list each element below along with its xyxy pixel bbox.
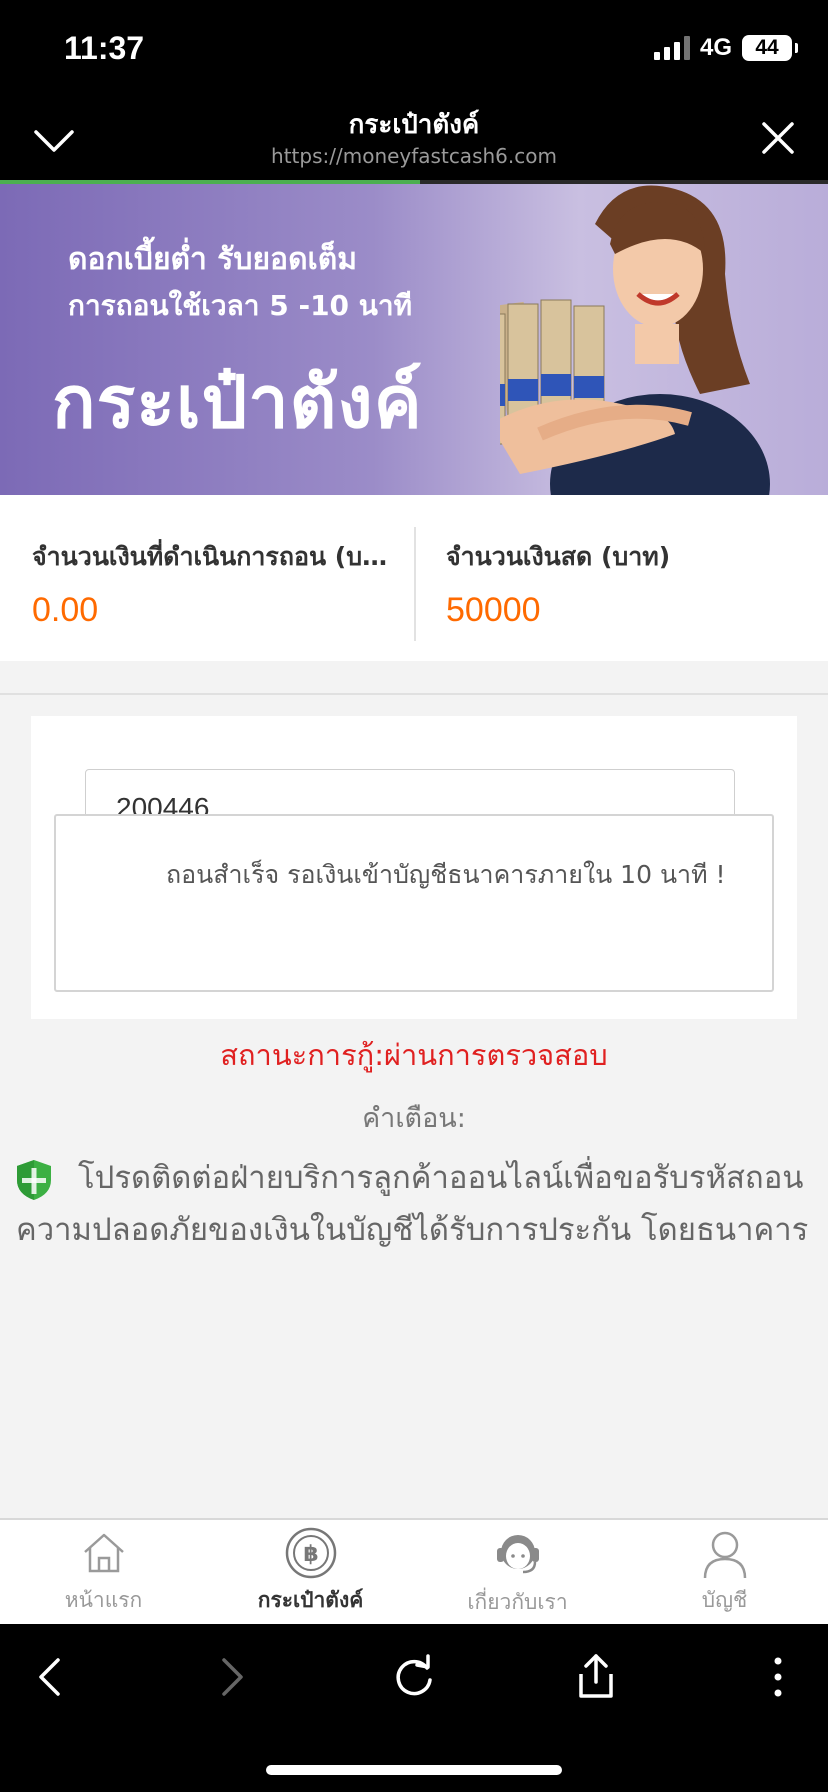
- banner-tagline: ดอกเบี้ยต่ำ รับยอดเต็ม: [68, 242, 358, 277]
- balance-summary: จำนวนเงินที่ดำเนินการถอน (บาท) 0.00 จำนว…: [0, 495, 828, 661]
- loan-status: สถานะการกู้:ผ่านการตรวจสอบ: [220, 1038, 608, 1072]
- status-bar: 11:37 4G 44: [0, 0, 828, 94]
- warning-body: โปรดติดต่อฝ่ายบริการลูกค้าออนไลน์เพื่อขอ…: [16, 1160, 809, 1248]
- forward-icon[interactable]: [206, 1652, 256, 1702]
- svg-text:฿: ฿: [303, 1542, 318, 1567]
- section-divider: [0, 693, 828, 695]
- cash-amount-block: จำนวนเงินสด (บาท) 50000: [446, 537, 806, 630]
- withdraw-amount-block: จำนวนเงินที่ดำเนินการถอน (บาท) 0.00: [32, 537, 400, 630]
- banner-title: กระเป๋าตังค์: [52, 360, 423, 444]
- tab-account-label: บัญชี: [701, 1588, 748, 1612]
- cash-amount-label: จำนวนเงินสด (บาท): [446, 542, 671, 571]
- tab-home-label: หน้าแรก: [64, 1588, 143, 1612]
- tab-wallet[interactable]: ฿ กระเป๋าตังค์: [207, 1520, 414, 1626]
- network-type: 4G: [699, 34, 732, 61]
- withdraw-card: 200446 ถอนสำเร็จ รอเงินเข้าบัญชีธนาคารภา…: [31, 716, 797, 1019]
- user-icon: [703, 1531, 746, 1579]
- promo-banner: ดอกเบี้ยต่ำ รับยอดเต็ม การถอนใช้เวลา 5 -…: [0, 184, 828, 495]
- tab-wallet-label: กระเป๋าตังค์: [257, 1588, 364, 1612]
- close-icon[interactable]: [758, 118, 798, 158]
- tab-about-label: เกี่ยวกับเรา: [467, 1590, 568, 1614]
- baht-coin-icon: ฿: [285, 1527, 336, 1579]
- share-icon[interactable]: [571, 1652, 621, 1702]
- more-options-icon[interactable]: [753, 1652, 803, 1702]
- banner-subtagline: การถอนใช้เวลา 5 -10 นาที: [68, 289, 413, 322]
- summary-divider: [414, 527, 416, 641]
- toast-message: ถอนสำเร็จ รอเงินเข้าบัญชีธนาคารภายใน 10 …: [166, 860, 726, 889]
- home-indicator[interactable]: [266, 1765, 562, 1775]
- signal-icon: [653, 36, 690, 60]
- browser-header: กระเป๋าตังค์ https://moneyfastcash6.com: [0, 94, 828, 182]
- browser-toolbar: [0, 1624, 828, 1792]
- cash-amount-value: 50000: [446, 591, 541, 629]
- tab-account[interactable]: บัญชี: [621, 1520, 828, 1626]
- page-title: กระเป๋าตังค์: [348, 110, 480, 140]
- warning-title: คำเตือน:: [362, 1103, 466, 1134]
- home-icon: [83, 1533, 124, 1573]
- success-toast: ถอนสำเร็จ รอเงินเข้าบัญชีธนาคารภายใน 10 …: [54, 814, 774, 992]
- tab-about[interactable]: เกี่ยวกับเรา: [414, 1520, 621, 1626]
- tab-home[interactable]: หน้าแรก: [0, 1520, 207, 1626]
- page-url: https://moneyfastcash6.com: [271, 144, 557, 168]
- withdraw-amount-value: 0.00: [32, 591, 99, 629]
- support-agent-icon: [496, 1535, 539, 1574]
- status-time: 11:37: [64, 30, 145, 66]
- status-indicators: 4G 44: [653, 34, 798, 62]
- reload-icon[interactable]: [389, 1652, 439, 1702]
- battery-icon: 44: [742, 35, 798, 61]
- withdraw-amount-label: จำนวนเงินที่ดำเนินการถอน (บาท): [32, 542, 400, 571]
- back-icon[interactable]: [26, 1652, 76, 1702]
- bottom-tab-bar: หน้าแรก ฿ กระเป๋าตังค์ เกี่ยวกับเรา บัญช…: [0, 1518, 828, 1624]
- banner-woman-with-cash-image: [500, 185, 770, 495]
